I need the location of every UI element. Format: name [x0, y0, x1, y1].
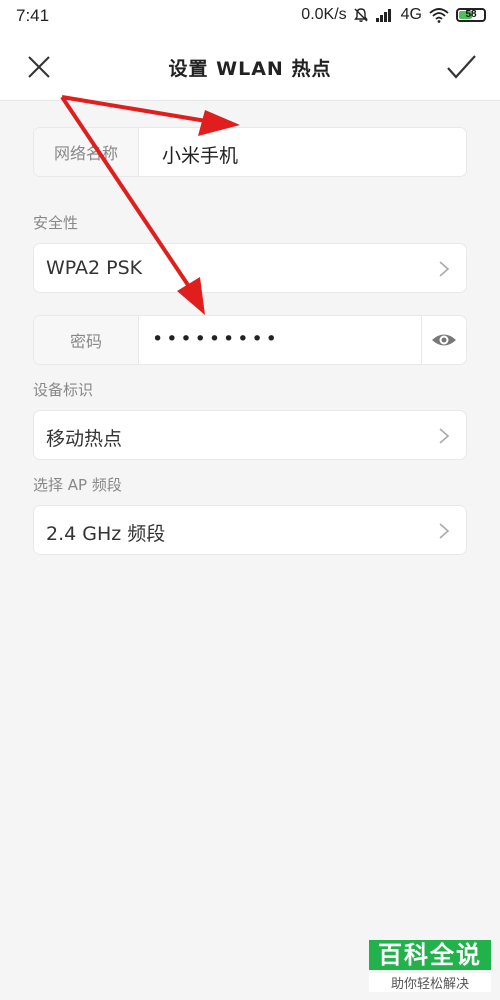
security-section-label: 安全性 [33, 214, 79, 232]
watermark-tagline: 助你轻松解决 [369, 973, 491, 992]
device-id-select[interactable]: 移动热点 [33, 410, 467, 460]
network-name-label: 网络名称 [34, 128, 139, 176]
ap-band-section-label: 选择 AP 频段 [33, 476, 122, 494]
ap-band-select[interactable]: 2.4 GHz 频段 [33, 505, 467, 555]
wifi-hotspot-icon [429, 8, 449, 23]
security-value: WPA2 PSK [46, 257, 143, 279]
network-name-input[interactable]: 小米手机 [162, 141, 238, 168]
network-type: 4G [400, 6, 422, 23]
device-id-value: 移动热点 [46, 428, 123, 450]
password-input[interactable]: ••••••••• [152, 328, 280, 350]
title-bar: 设置 WLAN 热点 [0, 32, 500, 101]
security-select[interactable]: WPA2 PSK [33, 243, 467, 293]
battery-icon: 58 [456, 8, 486, 22]
signal-icon [375, 9, 391, 22]
watermark-logo: 百科全说 助你轻松解决 [369, 940, 491, 995]
page-title: 设置 WLAN 热点 [168, 58, 332, 80]
network-name-field[interactable]: 网络名称 小米手机 [33, 127, 467, 177]
status-icons: 0.0K/s 4G 58 [301, 6, 486, 24]
check-icon[interactable] [444, 50, 478, 84]
status-time: 7:41 [16, 6, 50, 25]
chevron-right-icon [439, 428, 450, 444]
chevron-right-icon [439, 523, 450, 539]
chevron-right-icon [439, 261, 450, 277]
ap-band-value: 2.4 GHz 频段 [46, 523, 166, 545]
eye-icon[interactable] [431, 329, 457, 351]
device-id-section-label: 设备标识 [33, 381, 94, 399]
password-field[interactable]: 密码 ••••••••• [33, 315, 467, 365]
battery-percent: 58 [465, 9, 477, 20]
password-label: 密码 [34, 316, 139, 364]
network-speed: 0.0K/s [301, 6, 347, 23]
divider [421, 316, 422, 364]
watermark-title: 百科全说 [369, 940, 491, 970]
bell-muted-icon [353, 8, 368, 22]
status-bar: 7:41 0.0K/s 4G 58 [0, 0, 500, 32]
